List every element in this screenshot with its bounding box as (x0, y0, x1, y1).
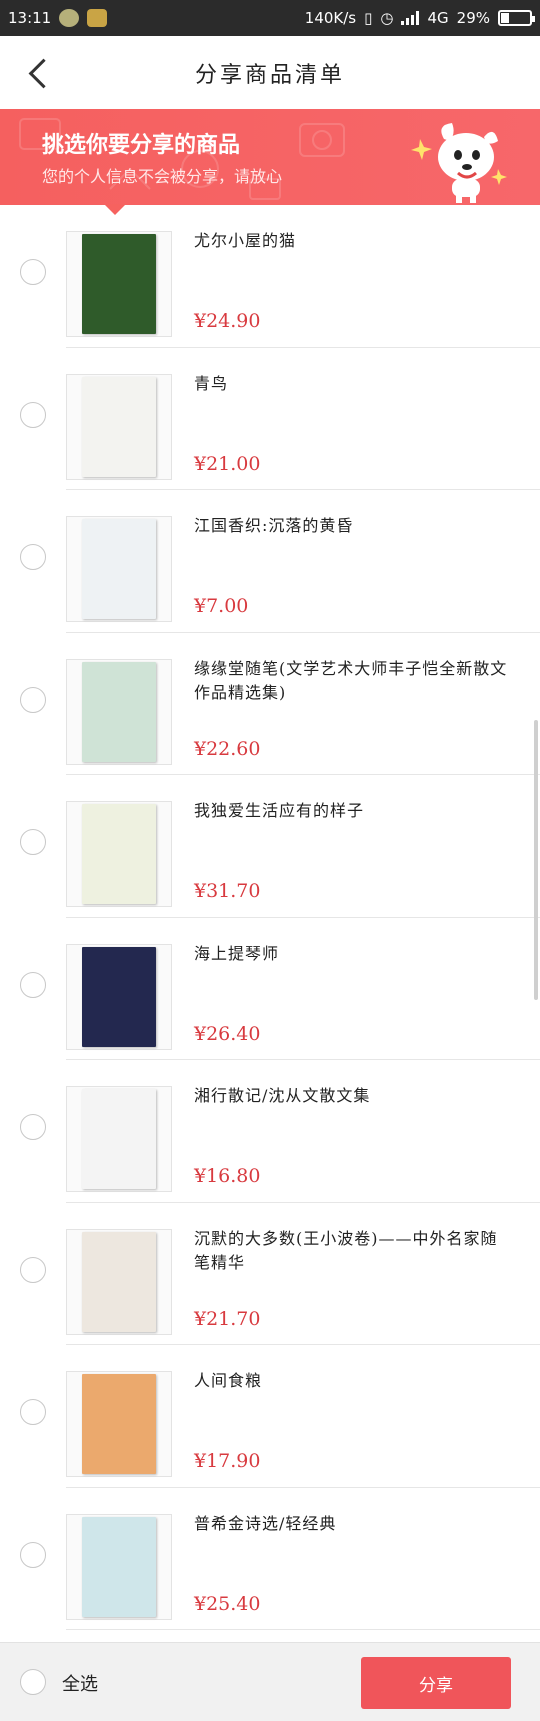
share-banner: 挑选你要分享的商品 您的个人信息不会被分享，请放心 (0, 109, 540, 215)
select-all-label[interactable]: 全选 (62, 1670, 98, 1696)
app-notification-icon (59, 9, 80, 27)
product-select-radio[interactable] (20, 401, 46, 428)
net-speed: 140K/s (304, 9, 357, 27)
product-title[interactable]: 青鸟 (194, 372, 514, 396)
product-price: ¥17.90 (194, 1450, 261, 1472)
product-item[interactable]: 海上提琴师 ¥26.40 (0, 918, 540, 1061)
product-item[interactable]: 湘行散记/沈从文散文集 ¥16.80 (0, 1060, 540, 1203)
page-title: 分享商品清单 (194, 62, 345, 88)
book-cover-image (82, 1374, 156, 1474)
product-title[interactable]: 人间食粮 (194, 1369, 514, 1393)
product-select-radio[interactable] (20, 1256, 46, 1283)
share-button[interactable]: 分享 (361, 1657, 511, 1709)
product-title[interactable]: 尤尔小屋的猫 (194, 229, 514, 253)
status-time: 13:11 (8, 9, 52, 27)
alarm-icon: ◷ (380, 9, 394, 27)
product-title[interactable]: 我独爱生活应有的样子 (194, 799, 514, 823)
product-item[interactable]: 沉默的大多数(王小波卷)——中外名家随笔精华 ¥21.70 (0, 1203, 540, 1346)
battery-icon (498, 10, 535, 26)
status-bar: 13:11 140K/s ▯ ◷ 4G 29% (0, 0, 540, 36)
product-thumbnail[interactable] (66, 943, 172, 1050)
product-title[interactable]: 湘行散记/沈从文散文集 (194, 1084, 514, 1108)
book-cover-image (82, 1516, 156, 1617)
back-arrow-icon[interactable] (24, 54, 54, 90)
book-cover-image (82, 376, 156, 477)
product-item[interactable]: 我独爱生活应有的样子 ¥31.70 (0, 775, 540, 918)
network-type: 4G (427, 9, 449, 27)
product-thumbnail[interactable] (66, 658, 172, 765)
scrollbar[interactable] (534, 720, 538, 1000)
battery-percent: 29% (456, 9, 490, 27)
product-price: ¥7.00 (194, 595, 249, 617)
signal-icon (401, 11, 420, 25)
book-cover-image (82, 804, 156, 904)
product-item[interactable]: 江国香织:沉落的黄昏 ¥7.00 (0, 490, 540, 633)
product-thumbnail[interactable] (66, 231, 172, 337)
banner-subtitle: 您的个人信息不会被分享，请放心 (42, 167, 283, 186)
product-title[interactable]: 缘缘堂随笔(文学艺术大师丰子恺全新散文作品精选集) (194, 657, 514, 705)
product-select-radio[interactable] (20, 829, 46, 855)
product-item[interactable]: 人间食粮 ¥17.90 (0, 1345, 540, 1488)
product-select-radio[interactable] (20, 686, 46, 713)
product-item[interactable]: 尤尔小屋的猫 ¥24.90 (0, 205, 540, 348)
product-item[interactable]: 青鸟 ¥21.00 (0, 348, 540, 491)
vibrate-icon: ▯ (364, 9, 373, 27)
book-cover-image (82, 946, 156, 1047)
product-title[interactable]: 江国香织:沉落的黄昏 (194, 514, 514, 538)
product-thumbnail[interactable] (66, 373, 172, 480)
product-list: 尤尔小屋的猫 ¥24.90 青鸟 ¥21.00 江国香织:沉落的黄昏 ¥7.00 缘缘堂随笔… (0, 205, 540, 1630)
product-select-radio[interactable] (20, 971, 46, 998)
product-thumbnail[interactable] (66, 1228, 172, 1335)
product-select-radio[interactable] (20, 544, 46, 570)
product-thumbnail[interactable] (66, 516, 172, 622)
book-cover-image (82, 234, 156, 334)
product-title[interactable]: 海上提琴师 (194, 942, 514, 966)
product-select-radio[interactable] (20, 1399, 46, 1425)
product-price: ¥26.40 (194, 1022, 261, 1045)
product-price: ¥24.90 (194, 310, 261, 332)
product-price: ¥21.70 (194, 1307, 261, 1330)
book-cover-image (82, 661, 156, 762)
banner-title: 挑选你要分享的商品 (42, 133, 241, 158)
mascot-dog-icon (411, 123, 507, 203)
product-thumbnail[interactable] (66, 1513, 172, 1620)
product-price: ¥25.40 (194, 1592, 261, 1615)
product-thumbnail[interactable] (66, 1086, 172, 1192)
product-thumbnail[interactable] (66, 1371, 172, 1477)
product-thumbnail[interactable] (66, 801, 172, 907)
select-all-radio[interactable] (20, 1669, 46, 1695)
app-notification-icon (87, 9, 108, 27)
product-select-radio[interactable] (20, 1114, 46, 1140)
product-title[interactable]: 普希金诗选/轻经典 (194, 1512, 514, 1536)
product-select-radio[interactable] (20, 259, 46, 285)
product-price: ¥21.00 (194, 452, 261, 475)
product-select-radio[interactable] (20, 1541, 46, 1568)
nav-header: 分享商品清单 (0, 36, 540, 109)
product-price: ¥22.60 (194, 737, 261, 760)
product-item[interactable]: 缘缘堂随笔(文学艺术大师丰子恺全新散文作品精选集) ¥22.60 (0, 633, 540, 776)
book-cover-image (82, 1089, 156, 1189)
book-cover-image (82, 1231, 156, 1332)
product-price: ¥16.80 (194, 1165, 261, 1187)
book-cover-image (82, 519, 156, 619)
bottom-bar: 全选 分享 (0, 1642, 540, 1721)
product-price: ¥31.70 (194, 880, 261, 902)
product-title[interactable]: 沉默的大多数(王小波卷)——中外名家随笔精华 (194, 1227, 514, 1275)
product-item[interactable]: 普希金诗选/轻经典 ¥25.40 (0, 1488, 540, 1631)
